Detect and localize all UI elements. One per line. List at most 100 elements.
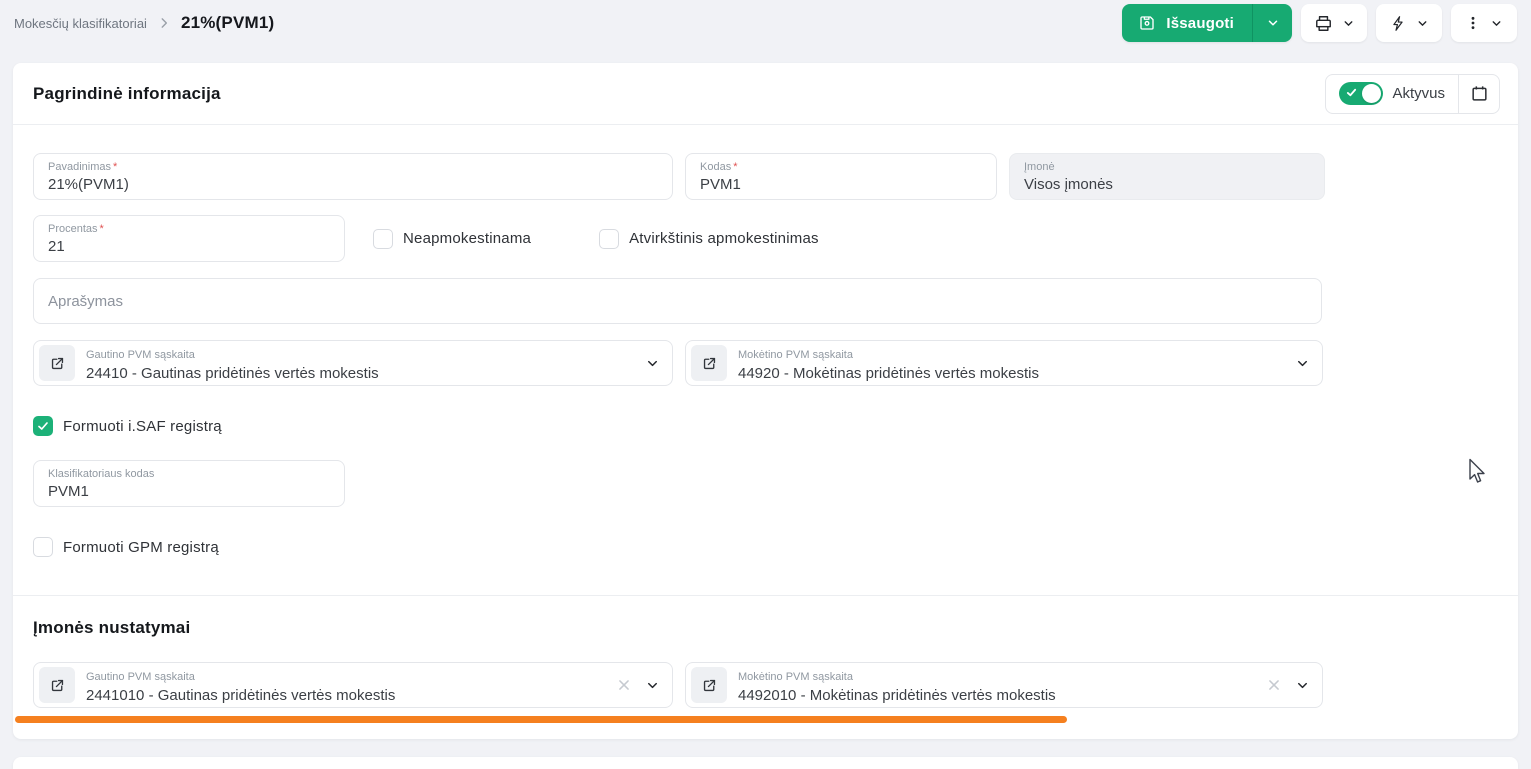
gautino-pvm-label: Gautino PVM sąskaita	[86, 349, 195, 361]
chevron-down-icon	[1342, 17, 1355, 30]
save-button[interactable]: Išsaugoti	[1122, 4, 1252, 42]
gpm-checkbox-unchecked[interactable]	[33, 537, 53, 557]
check-icon	[1346, 87, 1357, 98]
breadcrumb-chevron-icon	[157, 16, 171, 30]
moketino-pvm-label: Mokėtino PVM sąskaita	[738, 349, 853, 361]
isaf-label: Formuoti i.SAF registrą	[63, 418, 222, 435]
atvirkstinis-checkbox-row[interactable]: Atvirkštinis apmokestinimas	[599, 229, 819, 249]
print-button[interactable]	[1301, 4, 1367, 42]
imone-label: Įmonė	[1024, 161, 1055, 173]
neapmokestinama-checkbox-row[interactable]: Neapmokestinama	[373, 229, 531, 249]
breadcrumb-parent-link[interactable]: Mokesčių klasifikatoriai	[14, 16, 147, 31]
active-toggle[interactable]: Aktyvus	[1326, 82, 1458, 105]
isaf-checkbox-row[interactable]: Formuoti i.SAF registrą	[33, 416, 1498, 436]
pavadinimas-field[interactable]: Pavadinimas* 21%(PVM1)	[33, 153, 673, 200]
neapmokestinama-checkbox-unchecked[interactable]	[373, 229, 393, 249]
company-moketino-pvm-label: Mokėtino PVM sąskaita	[738, 671, 853, 683]
section-divider	[13, 595, 1518, 596]
chevron-down-icon[interactable]	[1295, 356, 1310, 371]
page-title: 21%(PVM1)	[181, 13, 274, 33]
main-card: Pagrindinė informacija Aktyvus	[13, 63, 1518, 739]
chevron-down-icon	[1266, 16, 1280, 30]
form-row-1: Pavadinimas* 21%(PVM1) Kodas* PVM1 Įmonė…	[33, 153, 1498, 200]
chevron-down-icon	[1416, 17, 1429, 30]
company-gautino-pvm-value: 2441010 - Gautinas pridėtinės vertės mok…	[86, 686, 395, 705]
next-card-partial	[13, 757, 1518, 769]
pavadinimas-label: Pavadinimas	[48, 161, 111, 173]
open-account-button[interactable]	[691, 345, 727, 381]
external-link-icon	[701, 355, 718, 372]
required-mark: *	[113, 161, 117, 173]
active-status-group: Aktyvus	[1325, 74, 1500, 114]
aprasymas-placeholder: Aprašymas	[48, 293, 123, 310]
toggle-knob	[1362, 84, 1381, 103]
gautino-pvm-select[interactable]: Gautino PVM sąskaita 24410 - Gautinas pr…	[33, 340, 673, 386]
section-title-main: Pagrindinė informacija	[33, 84, 221, 104]
gautino-pvm-value: 24410 - Gautinas pridėtinės vertės mokes…	[86, 364, 379, 383]
save-dropdown-button[interactable]	[1252, 4, 1292, 42]
kodas-value[interactable]: PVM1	[700, 175, 982, 195]
section-title-company: Įmonės nustatymai	[33, 618, 1498, 638]
isaf-checkbox-checked[interactable]	[33, 416, 53, 436]
card-header: Pagrindinė informacija Aktyvus	[13, 63, 1518, 125]
calendar-icon	[1470, 84, 1489, 103]
procentas-label: Procentas	[48, 223, 98, 235]
form-row-accounts: Gautino PVM sąskaita 24410 - Gautinas pr…	[33, 340, 1498, 386]
company-gautino-pvm-label: Gautino PVM sąskaita	[86, 671, 195, 683]
external-link-icon	[49, 355, 66, 372]
save-button-label: Išsaugoti	[1166, 15, 1234, 32]
horizontal-scrollbar[interactable]	[15, 716, 1067, 723]
toggle-switch-on[interactable]	[1339, 82, 1383, 105]
atvirkstinis-label: Atvirkštinis apmokestinimas	[629, 230, 819, 247]
chevron-down-icon[interactable]	[645, 356, 660, 371]
pavadinimas-value[interactable]: 21%(PVM1)	[48, 175, 658, 195]
active-toggle-label: Aktyvus	[1392, 85, 1445, 102]
clear-icon[interactable]	[1267, 678, 1281, 692]
atvirkstinis-checkbox-unchecked[interactable]	[599, 229, 619, 249]
form-body: Pavadinimas* 21%(PVM1) Kodas* PVM1 Įmonė…	[13, 125, 1518, 723]
lightning-icon	[1390, 15, 1407, 32]
company-moketino-pvm-select[interactable]: Mokėtino PVM sąskaita 4492010 - Mokėtina…	[685, 662, 1323, 708]
check-icon	[37, 420, 49, 432]
topbar: Mokesčių klasifikatoriai 21%(PVM1) Išsau…	[0, 0, 1531, 46]
chevron-down-icon[interactable]	[1295, 678, 1310, 693]
clear-icon[interactable]	[617, 678, 631, 692]
open-account-button[interactable]	[39, 345, 75, 381]
save-icon	[1138, 14, 1156, 32]
klasifikatoriaus-kodas-field[interactable]: Klasifikatoriaus kodas PVM1	[33, 460, 345, 507]
chevron-down-icon	[1490, 17, 1503, 30]
printer-icon	[1314, 14, 1333, 33]
more-menu-button[interactable]	[1451, 4, 1517, 42]
imone-value: Visos įmonės	[1024, 175, 1310, 195]
neapmokestinama-label: Neapmokestinama	[403, 230, 531, 247]
aprasymas-field[interactable]: Aprašymas	[33, 278, 1322, 324]
procentas-field[interactable]: Procentas* 21	[33, 215, 345, 262]
form-row-2: Procentas* 21 Neapmokestinama Atvirkštin…	[33, 215, 1498, 262]
open-account-button[interactable]	[39, 667, 75, 703]
open-account-button[interactable]	[691, 667, 727, 703]
history-calendar-button[interactable]	[1459, 75, 1499, 113]
toolbar: Išsaugoti	[1122, 4, 1517, 42]
gpm-label: Formuoti GPM registrą	[63, 539, 219, 556]
klasifikatoriaus-kodas-label: Klasifikatoriaus kodas	[48, 468, 154, 480]
external-link-icon	[701, 677, 718, 694]
company-row-accounts: Gautino PVM sąskaita 2441010 - Gautinas …	[33, 662, 1498, 708]
kodas-field[interactable]: Kodas* PVM1	[685, 153, 997, 200]
required-mark: *	[733, 161, 737, 173]
external-link-icon	[49, 677, 66, 694]
required-mark: *	[100, 223, 104, 235]
klasifikatoriaus-kodas-value[interactable]: PVM1	[48, 482, 330, 502]
moketino-pvm-value: 44920 - Mokėtinas pridėtinės vertės moke…	[738, 364, 1039, 383]
company-moketino-pvm-value: 4492010 - Mokėtinas pridėtinės vertės mo…	[738, 686, 1056, 705]
chevron-down-icon[interactable]	[645, 678, 660, 693]
moketino-pvm-select[interactable]: Mokėtino PVM sąskaita 44920 - Mokėtinas …	[685, 340, 1323, 386]
procentas-value[interactable]: 21	[48, 237, 330, 257]
kodas-label: Kodas	[700, 161, 731, 173]
page: Mokesčių klasifikatoriai 21%(PVM1) Išsau…	[0, 0, 1531, 769]
save-button-group: Išsaugoti	[1122, 4, 1292, 42]
kebab-icon	[1465, 15, 1481, 31]
actions-button[interactable]	[1376, 4, 1442, 42]
gpm-checkbox-row[interactable]: Formuoti GPM registrą	[33, 537, 1498, 557]
company-gautino-pvm-select[interactable]: Gautino PVM sąskaita 2441010 - Gautinas …	[33, 662, 673, 708]
imone-field: Įmonė Visos įmonės	[1009, 153, 1325, 200]
